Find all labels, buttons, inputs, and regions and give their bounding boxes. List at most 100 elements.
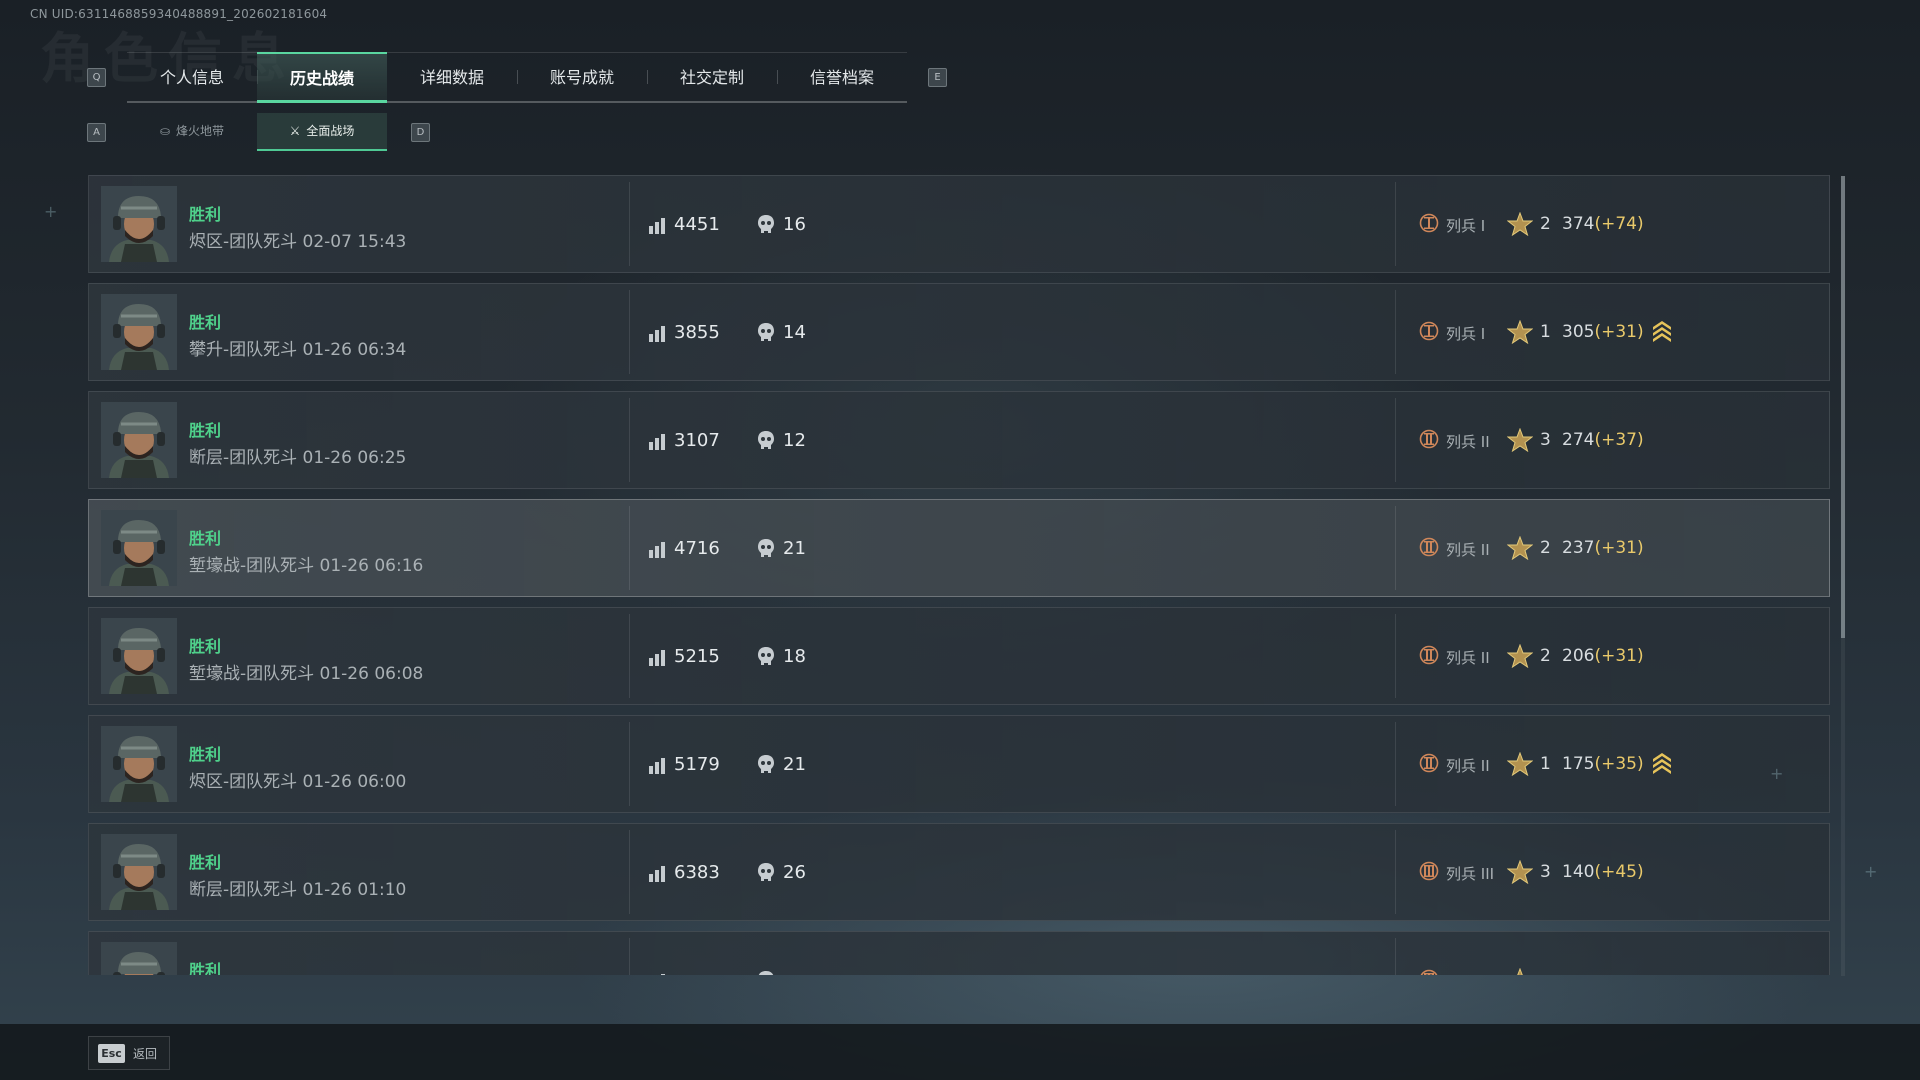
tab-achievements[interactable]: 账号成就	[517, 53, 647, 101]
back-label: 返回	[133, 1047, 158, 1061]
score-icon	[647, 756, 667, 780]
prev-tab-key[interactable]: Q	[87, 68, 106, 87]
score-icon	[647, 972, 667, 975]
operator-avatar	[101, 402, 177, 478]
rank-points-delta: (+74)	[1594, 214, 1644, 234]
tab-operations-mode[interactable]: ⛀ 烽火地带	[127, 113, 257, 149]
rank-points: 206(+31)	[1562, 646, 1644, 666]
rank-label: 列兵 I	[1446, 217, 1486, 235]
deco-plus-icon: +	[1864, 862, 1878, 881]
warfare-mode-icon: ⚔	[289, 124, 301, 138]
match-history-list: 胜利 烬区-团队死斗 02-07 15:43 4451 16 列兵 I 2 37…	[88, 175, 1832, 975]
match-score: 4716	[674, 538, 720, 559]
next-tab-key[interactable]: E	[928, 68, 947, 87]
match-result: 胜利	[189, 853, 222, 872]
star-icon	[1506, 751, 1534, 780]
prev-subtab-key[interactable]: A	[87, 123, 106, 142]
tab-warfare-mode[interactable]: ⚔ 全面战场	[257, 113, 387, 151]
match-kills: 21	[783, 538, 806, 559]
rank-points: 274(+37)	[1562, 430, 1644, 450]
skull-icon	[756, 214, 776, 240]
promotion-chevron-icon	[1651, 751, 1673, 781]
rank-3-icon	[1419, 861, 1439, 881]
star-icon	[1506, 535, 1534, 564]
rank-points-value: 274	[1562, 430, 1595, 450]
rank-label: 列兵 II	[1446, 541, 1490, 559]
rank-stars: 3	[1540, 430, 1551, 450]
operator-avatar	[101, 510, 177, 586]
skull-icon	[756, 970, 776, 975]
tab-social[interactable]: 社交定制	[647, 53, 777, 101]
promotion-chevron-icon	[1651, 319, 1673, 349]
operator-avatar	[101, 618, 177, 694]
rank-label: 列兵 II	[1446, 757, 1490, 775]
tab-credit[interactable]: 信誉档案	[777, 53, 907, 101]
rank-points-value: 237	[1562, 538, 1595, 558]
star-icon	[1506, 319, 1534, 348]
match-kills: 21	[783, 754, 806, 775]
star-icon	[1506, 859, 1534, 888]
match-row[interactable]: 胜利 烬区-团队死斗 02-07 15:43 4451 16 列兵 I 2 37…	[88, 175, 1830, 273]
match-row[interactable]: 胜利 烬区-团队死斗 01-26 06:00 5179 21 列兵 II 1 1…	[88, 715, 1830, 813]
match-kills: 14	[783, 322, 806, 343]
rank-points-value: 374	[1562, 214, 1595, 234]
match-row[interactable]: 胜利 攀升-团队死斗 01-26 06:34 3855 14 列兵 I 1 30…	[88, 283, 1830, 381]
match-row[interactable]: 胜利	[88, 931, 1830, 975]
rank-points: 175(+35)	[1562, 754, 1644, 774]
tab-warfare-label: 全面战场	[306, 124, 355, 138]
rank-points-value: 140	[1562, 862, 1595, 882]
scrollbar-thumb[interactable]	[1841, 176, 1845, 638]
match-row[interactable]: 胜利 断层-团队死斗 01-26 01:10 6383 26 列兵 III 3 …	[88, 823, 1830, 921]
tab-match-history[interactable]: 历史战绩	[257, 52, 387, 103]
star-icon	[1506, 427, 1534, 456]
match-map-time: 烬区-团队死斗 01-26 06:00	[189, 772, 407, 792]
user-uid: CN UID:6311468859340488891_202602181604	[30, 7, 328, 21]
rank-label: 列兵 II	[1446, 433, 1490, 451]
rank-points: 140(+45)	[1562, 862, 1644, 882]
main-tabs: 个人信息 历史战绩 详细数据 账号成就 社交定制 信誉档案	[127, 52, 907, 103]
match-kills: 16	[783, 214, 806, 235]
back-button[interactable]: Esc 返回	[88, 1036, 170, 1070]
tab-operations-label: 烽火地带	[176, 124, 225, 138]
match-row[interactable]: 胜利 堑壕战-团队死斗 01-26 06:16 4716 21 列兵 II 2 …	[88, 499, 1830, 597]
match-score: 3855	[674, 322, 720, 343]
skull-icon	[756, 646, 776, 672]
rank-2-icon	[1419, 645, 1439, 665]
match-row[interactable]: 胜利 断层-团队死斗 01-26 06:25 3107 12 列兵 II 3 2…	[88, 391, 1830, 489]
next-subtab-key[interactable]: D	[411, 123, 430, 142]
match-score: 3107	[674, 430, 720, 451]
rank-points-delta: (+45)	[1594, 862, 1644, 882]
deco-plus-icon: +	[1770, 764, 1784, 783]
rank-points: 237(+31)	[1562, 538, 1644, 558]
rank-points-delta: (+35)	[1594, 754, 1644, 774]
rank-stars: 2	[1540, 646, 1551, 666]
tab-detailed-data[interactable]: 详细数据	[387, 53, 517, 101]
match-result: 胜利	[189, 421, 222, 440]
match-result: 胜利	[189, 637, 222, 656]
rank-points-value: 206	[1562, 646, 1595, 666]
score-icon	[647, 324, 667, 348]
match-map-time: 堑壕战-团队死斗 01-26 06:16	[189, 556, 424, 576]
rank-2-icon	[1419, 537, 1439, 557]
rank-points-value: 305	[1562, 322, 1595, 342]
rank-stars: 1	[1540, 322, 1551, 342]
match-row[interactable]: 胜利 堑壕战-团队死斗 01-26 06:08 5215 18 列兵 II 2 …	[88, 607, 1830, 705]
rank-1-icon	[1419, 321, 1439, 341]
match-result: 胜利	[189, 745, 222, 764]
tab-personal-info[interactable]: 个人信息	[127, 53, 257, 101]
skull-icon	[756, 430, 776, 456]
esc-key: Esc	[98, 1044, 125, 1063]
operator-avatar	[101, 942, 177, 975]
rank-2-icon	[1419, 429, 1439, 449]
match-map-time: 攀升-团队死斗 01-26 06:34	[189, 340, 407, 360]
match-score: 5179	[674, 754, 720, 775]
rank-stars: 1	[1540, 754, 1551, 774]
rank-label: 列兵 III	[1446, 865, 1495, 883]
rank-label: 列兵 I	[1446, 325, 1486, 343]
operator-avatar	[101, 294, 177, 370]
deco-plus-icon: +	[44, 202, 58, 221]
match-result: 胜利	[189, 529, 222, 548]
match-kills: 12	[783, 430, 806, 451]
skull-icon	[756, 538, 776, 564]
operator-avatar	[101, 186, 177, 262]
